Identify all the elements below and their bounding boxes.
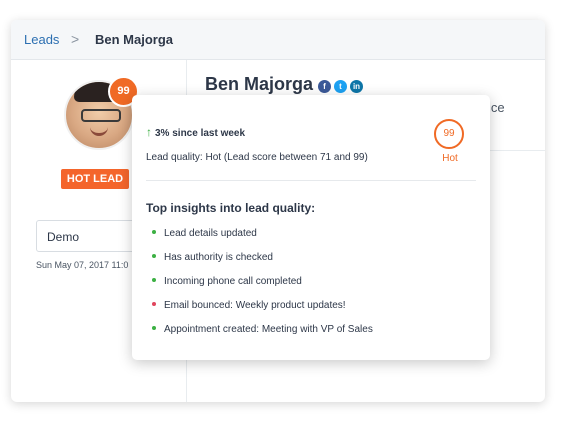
insights-title: Top insights into lead quality: — [146, 201, 316, 215]
bullet-icon — [152, 278, 156, 283]
insight-item: Incoming phone call completed — [152, 276, 302, 287]
score-trend-text: 3% since last week — [155, 128, 246, 139]
insight-text: Incoming phone call completed — [164, 276, 302, 287]
hot-lead-badge: HOT LEAD — [61, 169, 129, 189]
breadcrumb-current: Ben Majorga — [95, 32, 174, 47]
lead-name: Ben Majorga — [205, 74, 314, 94]
insight-item: Has authority is checked — [152, 252, 273, 263]
breadcrumb: Leads > Ben Majorga — [11, 20, 545, 60]
background-text-fragment: ice — [488, 100, 505, 115]
insight-text: Lead details updated — [164, 228, 257, 239]
lead-score-popover: ↑ 3% since last week Lead quality: Hot (L… — [132, 95, 490, 360]
insight-item: Lead details updated — [152, 228, 257, 239]
bullet-icon — [152, 230, 156, 235]
insight-text: Has authority is checked — [164, 252, 273, 263]
twitter-icon[interactable]: t — [334, 80, 347, 93]
arrow-up-icon: ↑ — [146, 125, 152, 139]
lead-quality-text: Lead quality: Hot (Lead score between 71… — [146, 152, 368, 163]
bullet-icon — [152, 254, 156, 259]
facebook-icon[interactable]: f — [318, 80, 331, 93]
activity-type-value: Demo — [47, 230, 80, 244]
linkedin-icon[interactable]: in — [350, 80, 363, 93]
bullet-icon — [152, 326, 156, 331]
score-ring-label: Hot — [442, 153, 458, 164]
bullet-icon — [152, 302, 156, 307]
breadcrumb-leads-link[interactable]: Leads — [24, 32, 59, 47]
insight-item: Email bounced: Weekly product updates! — [152, 300, 346, 311]
insight-text: Email bounced: Weekly product updates! — [164, 300, 346, 311]
activity-timestamp: Sun May 07, 2017 11:0 — [36, 260, 129, 270]
score-trend: ↑ 3% since last week — [146, 125, 245, 139]
insight-item: Appointment created: Meeting with VP of … — [152, 324, 373, 335]
breadcrumb-separator: > — [71, 31, 80, 47]
insight-text: Appointment created: Meeting with VP of … — [164, 324, 373, 335]
score-ring: 99 — [434, 119, 464, 149]
popover-divider — [146, 180, 476, 181]
